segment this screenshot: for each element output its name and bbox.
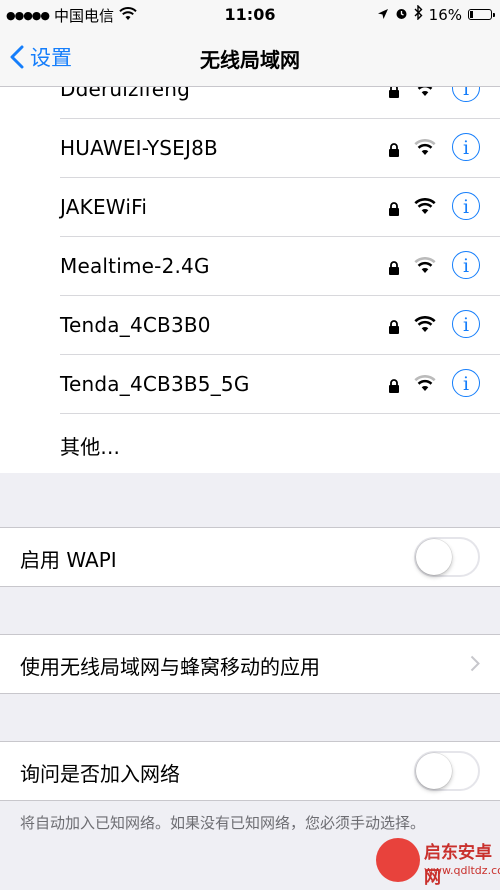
network-name: Tenda_4CB3B5_5G <box>60 372 250 396</box>
battery-icon <box>468 9 495 20</box>
ask-join-label: 询问是否加入网络 <box>20 762 180 786</box>
lock-icon <box>388 142 400 161</box>
network-row[interactable]: Mealtime-2.4G i <box>60 237 500 296</box>
info-icon[interactable]: i <box>452 133 480 161</box>
info-icon[interactable]: i <box>452 86 480 102</box>
ask-join-group: 询问是否加入网络 <box>0 741 500 801</box>
ask-join-note: 将自动加入已知网络。如果没有已知网络，您必须手动选择。 <box>20 814 426 832</box>
settings-content[interactable]: Dderuizifeng i HUAWEI-YSEJ8B i JAKEWiFi i Meal… <box>0 86 500 890</box>
watermark-logo <box>376 838 420 882</box>
location-arrow-icon <box>377 6 389 24</box>
watermark-title: 启东安卓网 <box>424 843 492 888</box>
wifi-signal-icon <box>414 198 436 219</box>
wapi-label: 启用 WAPI <box>20 548 117 572</box>
page-title: 无线局域网 <box>200 48 300 72</box>
network-name: HUAWEI-YSEJ8B <box>60 136 218 160</box>
wlan-apps-row[interactable]: 使用无线局域网与蜂窝移动的应用 <box>0 634 500 694</box>
wapi-toggle[interactable] <box>414 537 480 577</box>
navigation-bar: 设置 无线局域网 <box>0 30 500 87</box>
battery-level-fill <box>470 11 473 18</box>
wifi-signal-icon <box>414 375 436 396</box>
wifi-signal-icon <box>414 139 436 160</box>
info-icon[interactable]: i <box>452 192 480 220</box>
network-name: JAKEWiFi <box>60 195 148 219</box>
info-icon[interactable]: i <box>452 251 480 279</box>
other-network-label: 其他... <box>60 435 121 459</box>
network-row[interactable]: JAKEWiFi i <box>60 178 500 237</box>
lock-icon <box>388 86 400 102</box>
battery-percent: 16% <box>428 5 462 24</box>
network-row[interactable]: Dderuizifeng i <box>60 86 500 119</box>
wifi-signal-icon <box>414 86 436 101</box>
network-name: Dderuizifeng <box>60 86 191 101</box>
network-list: Dderuizifeng i HUAWEI-YSEJ8B i JAKEWiFi i Meal… <box>0 86 500 473</box>
info-icon[interactable]: i <box>452 369 480 397</box>
info-icon[interactable]: i <box>452 310 480 338</box>
network-row[interactable]: Tenda_4CB3B5_5G i <box>60 355 500 414</box>
toggle-knob <box>416 753 452 789</box>
toggle-knob <box>416 539 452 575</box>
wifi-signal-icon <box>414 257 436 278</box>
status-right: 16% <box>377 4 495 24</box>
other-network-row[interactable]: 其他... <box>60 414 500 473</box>
watermark: 启东安卓网 www.qdltdz.com <box>376 832 500 888</box>
network-name: Mealtime-2.4G <box>60 254 210 278</box>
lock-icon <box>388 260 400 279</box>
bluetooth-icon <box>414 4 423 24</box>
wifi-signal-icon <box>414 316 436 337</box>
network-row[interactable]: Tenda_4CB3B0 i <box>60 296 500 355</box>
network-name: Tenda_4CB3B0 <box>60 313 211 337</box>
wlan-apps-label: 使用无线局域网与蜂窝移动的应用 <box>20 655 320 679</box>
lock-icon <box>388 378 400 397</box>
network-row[interactable]: HUAWEI-YSEJ8B i <box>60 119 500 178</box>
wapi-group: 启用 WAPI <box>0 527 500 587</box>
status-bar: ●●●●● 中国电信 11:06 16% <box>0 0 500 30</box>
watermark-url: www.qdltdz.com <box>424 864 500 877</box>
chevron-right-icon <box>470 655 480 672</box>
lock-icon <box>388 201 400 220</box>
ask-join-toggle[interactable] <box>414 751 480 791</box>
alarm-clock-icon <box>395 6 408 24</box>
lock-icon <box>388 319 400 338</box>
